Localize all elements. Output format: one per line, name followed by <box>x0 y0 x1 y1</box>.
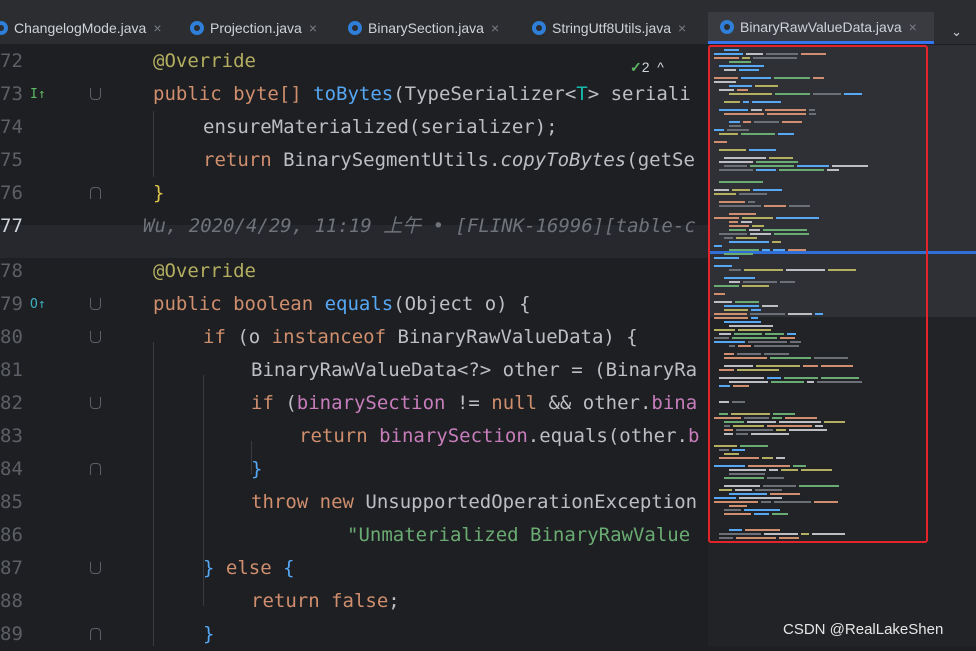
line-number: 85 <box>0 491 23 513</box>
code-text: public byte[] toBytes(TypeSerializer<T> … <box>153 83 691 105</box>
code-text: return binarySection.equals(other.b <box>299 425 700 447</box>
git-blame-annotation[interactable]: Wu, 2020/4/29, 11:19 上午 • [FLINK-16996][… <box>143 210 696 243</box>
line-number: 72 <box>0 50 23 72</box>
line-number: 89 <box>0 623 23 645</box>
code-text: @Override <box>153 50 256 72</box>
code-text: "Unmaterialized BinaryRawValue <box>347 524 691 546</box>
class-icon <box>190 21 204 35</box>
line-number: 77 <box>0 215 23 237</box>
line-number: 86 <box>0 524 23 546</box>
line-number: 87 <box>0 557 23 579</box>
line-number: 84 <box>0 458 23 480</box>
code-text: return BinarySegmentUtils.copyToBytes(ge… <box>203 149 695 171</box>
fold-icon[interactable] <box>90 562 101 574</box>
tab-label: StringUtf8Utils.java <box>552 20 672 36</box>
fold-icon[interactable] <box>90 397 101 409</box>
line-number: 81 <box>0 359 23 381</box>
line-number: 82 <box>0 392 23 414</box>
tab-binaryrawvaluedata[interactable]: BinaryRawValueData.java × <box>708 12 934 44</box>
line-number: 76 <box>0 182 23 204</box>
code-text: public boolean equals(Object o) { <box>153 293 531 315</box>
line-number: 75 <box>0 149 23 171</box>
editor-tab-bar: ChangelogMode.java × Projection.java × B… <box>0 12 976 45</box>
override-method-icon[interactable]: O↑ <box>30 297 46 312</box>
code-text: } <box>203 623 215 645</box>
chevron-down-icon[interactable]: ⌄ <box>951 24 962 40</box>
tab-stringutf8utils[interactable]: StringUtf8Utils.java × <box>532 12 704 44</box>
close-icon[interactable]: × <box>909 19 917 35</box>
close-icon[interactable]: × <box>153 20 161 36</box>
class-icon <box>0 21 8 35</box>
code-text: } else { <box>203 557 295 579</box>
tab-label: BinaryRawValueData.java <box>740 18 902 35</box>
code-text: if (binarySection != null && other.bina <box>251 392 698 414</box>
implementing-method-icon[interactable]: I↑ <box>30 87 46 102</box>
code-text: ensureMaterialized(serializer); <box>203 116 558 138</box>
tab-label: Projection.java <box>210 20 302 36</box>
line-number: 80 <box>0 326 23 348</box>
fold-icon[interactable] <box>90 463 101 475</box>
line-number: 78 <box>0 260 23 282</box>
code-text: BinaryRawValueData<?> other = (BinaryRa <box>251 359 698 381</box>
code-text: return false; <box>251 590 400 612</box>
close-icon[interactable]: × <box>309 20 317 36</box>
tab-label: BinarySection.java <box>368 20 484 36</box>
code-text: throw new UnsupportedOperationException <box>251 491 698 513</box>
class-icon <box>720 19 734 34</box>
tab-label: ChangelogMode.java <box>14 20 147 36</box>
class-icon <box>348 21 362 35</box>
code-text: } <box>153 182 165 204</box>
annotation-highlight-box <box>708 45 928 543</box>
watermark: CSDN @RealLakeShen <box>783 621 944 638</box>
line-number: 88 <box>0 590 23 612</box>
tab-changelogmode[interactable]: ChangelogMode.java × <box>0 12 172 44</box>
code-text: @Override <box>153 260 256 282</box>
fold-icon[interactable] <box>90 88 101 100</box>
fold-icon[interactable] <box>90 628 101 640</box>
line-number: 74 <box>0 116 23 138</box>
fold-icon[interactable] <box>90 187 101 199</box>
class-icon <box>532 21 546 35</box>
code-text: if (o instanceof BinaryRawValueData) { <box>203 326 638 348</box>
close-icon[interactable]: × <box>678 20 686 36</box>
code-text: } <box>251 458 263 480</box>
fold-icon[interactable] <box>90 331 101 343</box>
line-number: 83 <box>0 425 23 447</box>
tab-binarysection[interactable]: BinarySection.java × <box>348 12 520 44</box>
tab-projection[interactable]: Projection.java × <box>190 12 336 44</box>
fold-icon[interactable] <box>90 298 101 310</box>
close-icon[interactable]: × <box>491 20 499 36</box>
